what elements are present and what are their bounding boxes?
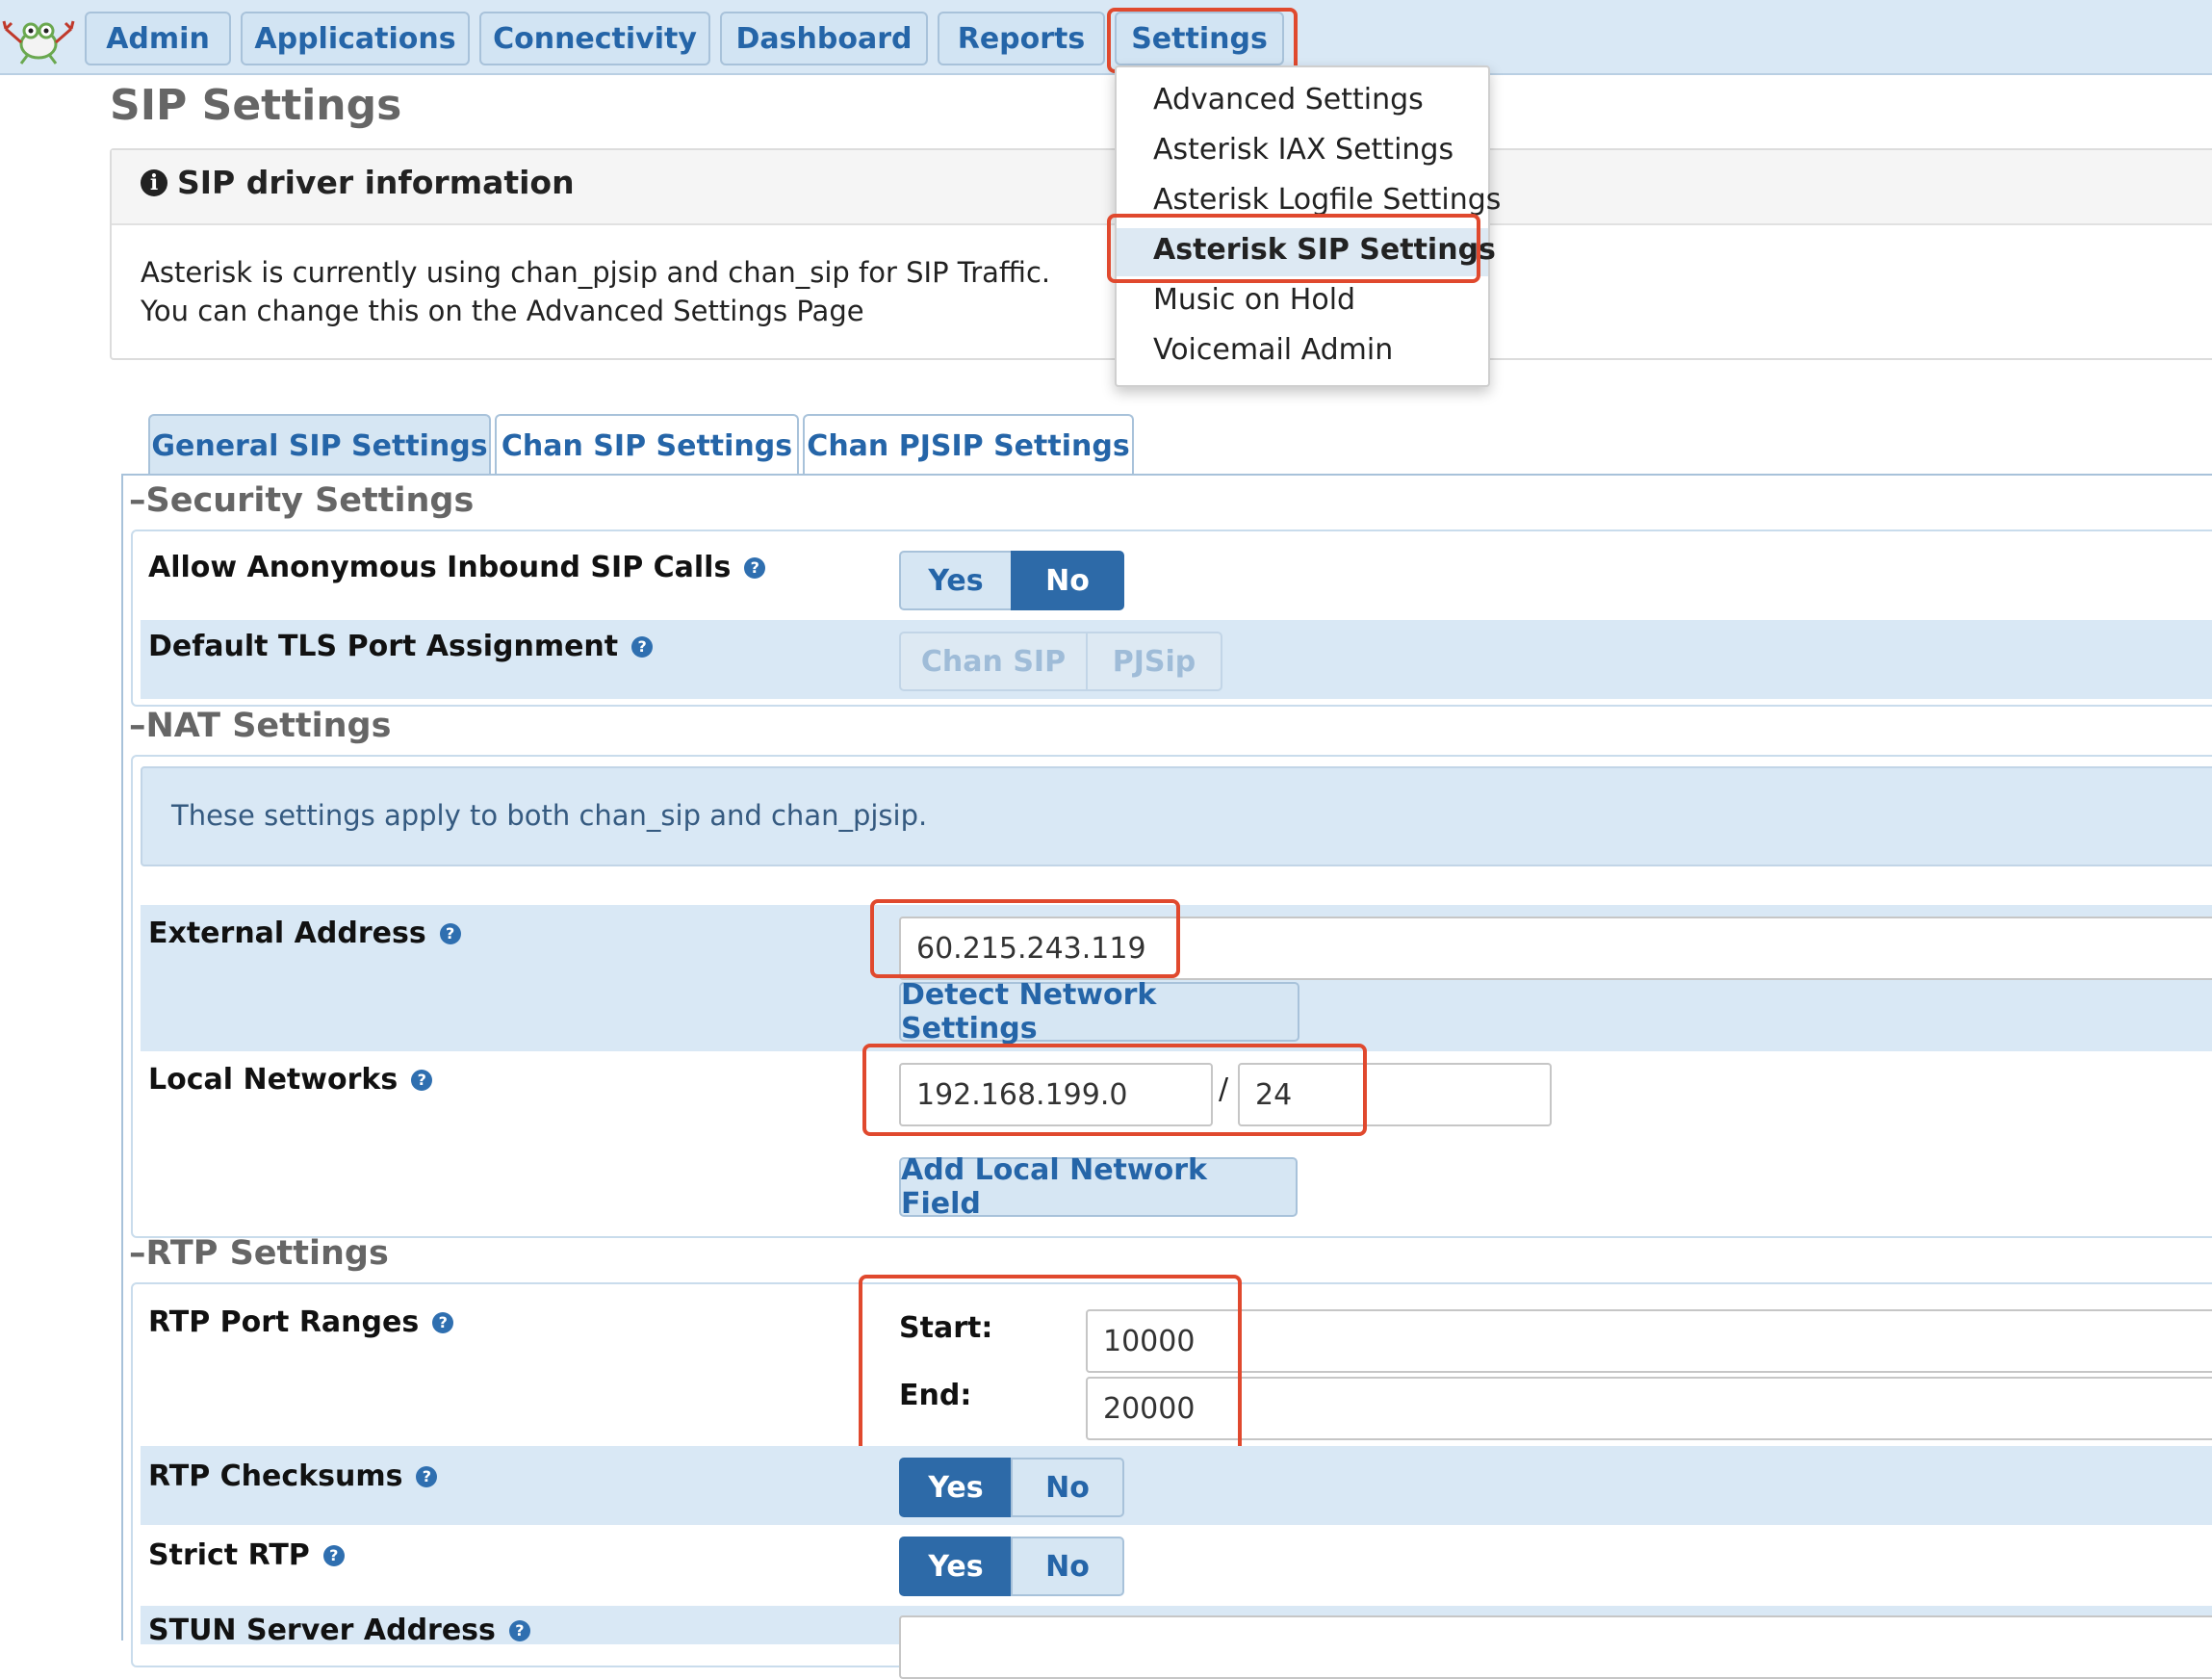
- allow-anonymous-label: Allow Anonymous Inbound SIP Calls ?: [148, 551, 766, 584]
- menu-music-on-hold[interactable]: Music on Hold: [1153, 283, 1355, 317]
- info-line-1: Asterisk is currently using chan_pjsip a…: [141, 256, 1051, 289]
- tls-pjsip-toggle[interactable]: PJSip: [1086, 632, 1222, 691]
- help-icon[interactable]: ?: [416, 1465, 438, 1487]
- help-icon[interactable]: ?: [508, 1619, 530, 1641]
- menu-asterisk-iax-settings[interactable]: Asterisk IAX Settings: [1153, 133, 1453, 167]
- rtp-checksums-label: RTP Checksums ?: [148, 1459, 438, 1493]
- info-circle-icon: i: [141, 168, 167, 196]
- annotation-local-networks-box: [862, 1044, 1367, 1136]
- info-line-2: You can change this on the Advanced Sett…: [141, 295, 864, 327]
- tab-underline: [121, 474, 2212, 476]
- tab-content-frame: [121, 476, 123, 1640]
- local-networks-label: Local Networks ?: [148, 1063, 433, 1097]
- anon-no-toggle[interactable]: No: [1011, 551, 1124, 610]
- strict-rtp-text: Strict RTP: [148, 1538, 310, 1572]
- menu-asterisk-logfile-settings[interactable]: Asterisk Logfile Settings: [1153, 183, 1501, 217]
- anon-yes-toggle[interactable]: Yes: [899, 551, 1013, 610]
- strict-rtp-no-toggle[interactable]: No: [1011, 1537, 1124, 1596]
- add-local-network-field-button[interactable]: Add Local Network Field: [899, 1153, 1298, 1221]
- tab-chan-pjsip-settings[interactable]: Chan PJSIP Settings: [803, 414, 1134, 476]
- rtp-port-ranges-text: RTP Port Ranges: [148, 1305, 420, 1339]
- security-settings-title[interactable]: –Security Settings: [129, 481, 474, 520]
- page-title: SIP Settings: [110, 81, 402, 130]
- rtp-checksums-row-bg: [141, 1446, 2212, 1525]
- help-icon[interactable]: ?: [439, 922, 461, 944]
- tab-chan-sip-settings[interactable]: Chan SIP Settings: [495, 414, 799, 476]
- collapse-minus-icon[interactable]: –: [129, 707, 146, 745]
- local-networks-text: Local Networks: [148, 1063, 399, 1097]
- stun-server-input[interactable]: [899, 1615, 2212, 1679]
- collapse-minus-icon[interactable]: –: [129, 481, 146, 520]
- strict-rtp-yes-toggle[interactable]: Yes: [899, 1537, 1013, 1596]
- external-address-text: External Address: [148, 917, 426, 950]
- tab-general-sip-settings[interactable]: General SIP Settings: [148, 414, 491, 476]
- rtp-end-input[interactable]: 20000: [1086, 1377, 2212, 1440]
- external-address-label: External Address ?: [148, 917, 461, 950]
- detect-network-settings-button[interactable]: Detect Network Settings: [899, 978, 1299, 1046]
- nav-dashboard[interactable]: Dashboard: [720, 12, 928, 65]
- annotation-asterisk-sip-box: [1107, 214, 1480, 283]
- menu-voicemail-admin[interactable]: Voicemail Admin: [1153, 333, 1393, 367]
- strict-rtp-label: Strict RTP ?: [148, 1538, 345, 1572]
- allow-anonymous-text: Allow Anonymous Inbound SIP Calls: [148, 551, 732, 584]
- nat-note-text: These settings apply to both chan_sip an…: [171, 799, 928, 832]
- stun-server-label: STUN Server Address ?: [148, 1614, 530, 1647]
- rtp-checksums-yes-toggle[interactable]: Yes: [899, 1458, 1013, 1517]
- menu-advanced-settings[interactable]: Advanced Settings: [1153, 83, 1424, 116]
- annotation-settings-box: [1107, 8, 1298, 73]
- nav-reports[interactable]: Reports: [938, 12, 1105, 65]
- nav-connectivity[interactable]: Connectivity: [479, 12, 710, 65]
- nat-settings-title[interactable]: –NAT Settings: [129, 707, 391, 745]
- rtp-port-ranges-label: RTP Port Ranges ?: [148, 1305, 454, 1339]
- info-title-text: SIP driver information: [177, 164, 575, 201]
- rtp-settings-title[interactable]: –RTP Settings: [129, 1234, 389, 1273]
- annotation-external-address-box: [870, 899, 1180, 978]
- help-icon[interactable]: ?: [322, 1544, 345, 1566]
- freepbx-logo-icon[interactable]: [2, 10, 75, 65]
- rtp-checksums-no-toggle[interactable]: No: [1011, 1458, 1124, 1517]
- help-icon[interactable]: ?: [631, 635, 654, 658]
- security-settings-label: Security Settings: [145, 481, 475, 520]
- help-icon[interactable]: ?: [411, 1069, 433, 1091]
- default-tls-text: Default TLS Port Assignment: [148, 630, 619, 663]
- help-icon[interactable]: ?: [432, 1311, 454, 1333]
- nav-applications[interactable]: Applications: [241, 12, 470, 65]
- stun-server-text: STUN Server Address: [148, 1614, 496, 1647]
- annotation-rtp-range-box: [859, 1275, 1242, 1459]
- tls-chansip-toggle[interactable]: Chan SIP: [899, 632, 1088, 691]
- info-panel-title: i SIP driver information: [141, 164, 575, 201]
- nav-admin[interactable]: Admin: [85, 12, 231, 65]
- collapse-minus-icon[interactable]: –: [129, 1234, 146, 1273]
- rtp-settings-label: RTP Settings: [145, 1234, 389, 1273]
- rtp-start-input[interactable]: 10000: [1086, 1309, 2212, 1373]
- help-icon[interactable]: ?: [744, 556, 766, 579]
- rtp-checksums-text: RTP Checksums: [148, 1459, 403, 1493]
- default-tls-label: Default TLS Port Assignment ?: [148, 630, 654, 663]
- nat-settings-label: NAT Settings: [145, 707, 392, 745]
